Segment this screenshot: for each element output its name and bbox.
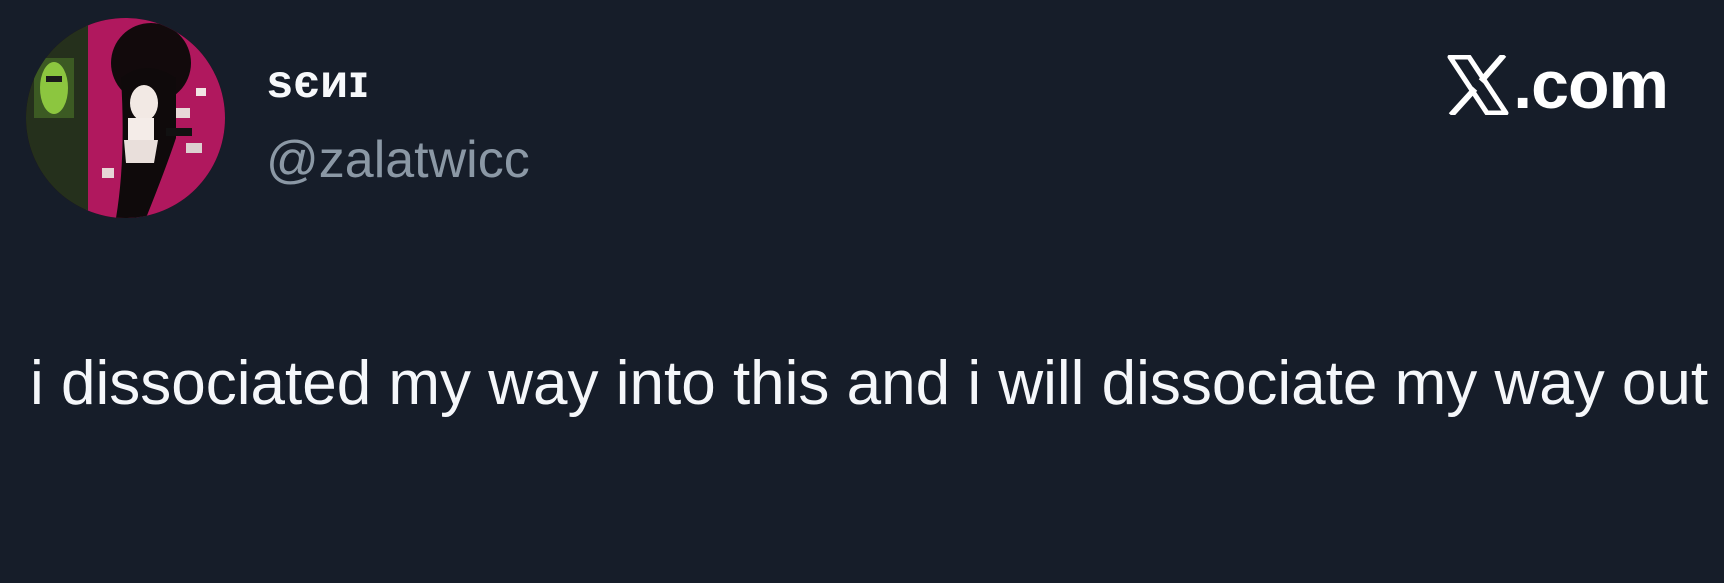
author-handle[interactable]: @zalatwicc — [266, 134, 530, 186]
x-logo-icon — [1447, 55, 1509, 115]
author-display-name[interactable]: sєиɪ — [267, 58, 369, 104]
tweet-card: sєиɪ @zalatwicc .com i dissociated my wa… — [0, 0, 1724, 583]
brand-label: .com — [1513, 47, 1669, 123]
avatar[interactable] — [26, 18, 225, 218]
brand-watermark: .com — [1447, 47, 1669, 123]
avatar-image — [26, 18, 225, 218]
tweet-text: i dissociated my way into this and i wil… — [30, 349, 1709, 418]
